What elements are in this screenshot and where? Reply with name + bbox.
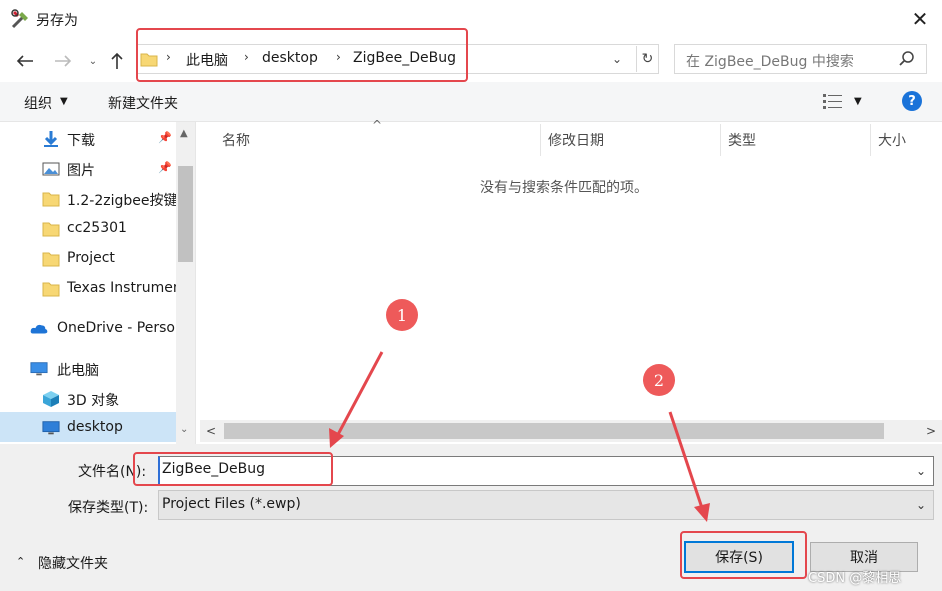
desktop-icon [42, 421, 60, 435]
folder-icon [42, 252, 60, 267]
column-size[interactable]: 大小 [878, 130, 906, 150]
refresh-icon: ↻ [641, 51, 654, 67]
filename-value: ZigBee_DeBug [162, 461, 265, 477]
breadcrumb-separator-icon: › [166, 50, 171, 64]
arrow-right-icon [55, 55, 72, 67]
breadcrumb-separator-icon: › [336, 50, 341, 64]
new-folder-button[interactable]: 新建文件夹 [108, 93, 178, 113]
breadcrumb-zigbee-debug[interactable]: ZigBee_DeBug [353, 50, 456, 66]
search-placeholder: 在 ZigBee_DeBug 中搜索 [686, 54, 854, 70]
sidebar-item-pictures[interactable]: 图片 📌 [0, 154, 176, 182]
annotation-marker-1: 1 [386, 299, 418, 331]
annotation-marker-2: 2 [643, 364, 675, 396]
filename-input[interactable] [158, 456, 934, 486]
scroll-left-icon[interactable]: < [206, 424, 216, 438]
pin-icon: 📌 [158, 131, 172, 144]
onedrive-icon [30, 324, 48, 334]
column-type[interactable]: 类型 [728, 130, 756, 150]
arrow-left-icon [16, 55, 33, 67]
empty-results-message: 没有与搜索条件匹配的项。 [480, 180, 648, 196]
breadcrumb-this-pc[interactable]: 此电脑 [186, 50, 228, 70]
chevron-down-icon[interactable]: ⌄ [916, 464, 926, 478]
column-divider [720, 124, 721, 156]
hide-folders-toggle[interactable]: 隐藏文件夹 [38, 553, 108, 573]
sidebar-item-onedrive[interactable]: OneDrive - Personal [0, 314, 176, 342]
help-button[interactable]: ? [902, 91, 922, 111]
sidebar-item-desktop[interactable]: desktop [0, 412, 176, 442]
sidebar-item-folder-zigbee[interactable]: 1.2-2zigbee按键 [0, 184, 176, 212]
breadcrumb-desktop[interactable]: desktop [262, 50, 318, 66]
organize-button[interactable]: 组织 [24, 93, 52, 113]
pin-icon: 📌 [158, 161, 172, 174]
navigation-pane: 下载 📌 图片 📌 1.2-2zigbee按键 cc25301 Project … [0, 122, 196, 444]
address-dropdown-icon[interactable]: ⌄ [612, 52, 622, 66]
file-list [200, 122, 942, 444]
column-name[interactable]: 名称 [222, 130, 250, 150]
watermark: CSDN @黎相思 [808, 571, 902, 586]
sidebar-item-this-pc[interactable]: 此电脑 [0, 354, 176, 382]
close-icon: ✕ [911, 7, 929, 31]
up-button[interactable] [104, 50, 130, 72]
sidebar-item-3d-objects[interactable]: 3D 对象 [0, 384, 176, 412]
chevron-down-icon[interactable]: ⌄ [916, 498, 926, 512]
scroll-down-icon[interactable]: ⌄ [180, 424, 188, 435]
recent-locations-button[interactable]: ⌄ [80, 50, 106, 72]
view-options-icon[interactable] [822, 92, 846, 110]
3d-objects-icon [43, 391, 59, 407]
window-title: 另存为 [36, 13, 78, 29]
column-divider [870, 124, 871, 156]
filename-label: 文件名(N): [78, 464, 147, 480]
filetype-value: Project Files (*.ewp) [162, 496, 301, 512]
chevron-up-icon: ⌃ [16, 555, 26, 568]
sidebar-item-folder-cc25301[interactable]: cc25301 [0, 214, 176, 242]
sidebar-item-folder-project[interactable]: Project [0, 244, 176, 272]
folder-icon [42, 192, 60, 207]
folder-icon [42, 222, 60, 237]
forward-button[interactable] [50, 50, 76, 72]
sidebar-item-downloads[interactable]: 下载 📌 [0, 124, 176, 152]
folder-icon [140, 53, 158, 67]
refresh-button[interactable]: ↻ [636, 46, 658, 72]
title-bar [0, 0, 942, 38]
folder-icon [42, 282, 60, 297]
breadcrumb-separator-icon: › [244, 50, 249, 64]
download-icon [44, 131, 58, 147]
save-button[interactable]: 保存(S) [684, 541, 794, 573]
caret-down-icon: ▼ [60, 96, 68, 107]
column-date-modified[interactable]: 修改日期 [548, 130, 604, 150]
close-button[interactable]: ✕ [905, 6, 935, 32]
arrow-up-icon [111, 52, 123, 69]
chevron-down-icon: ⌄ [88, 55, 98, 67]
sidebar-scroll-thumb[interactable] [178, 166, 193, 262]
scroll-right-icon[interactable]: > [926, 424, 936, 438]
horizontal-scroll-thumb[interactable] [224, 423, 884, 439]
help-icon: ? [908, 93, 916, 109]
sort-ascending-icon: ^ [372, 118, 383, 132]
scroll-up-icon[interactable]: ▲ [180, 128, 188, 139]
pictures-icon [42, 162, 60, 176]
caret-down-icon[interactable]: ▼ [854, 96, 862, 107]
back-button[interactable] [12, 50, 38, 72]
filetype-label: 保存类型(T): [68, 500, 149, 516]
computer-icon [30, 362, 48, 376]
tools-app-icon [11, 9, 28, 29]
sidebar-item-folder-texas[interactable]: Texas Instruments [0, 274, 176, 302]
search-icon [899, 51, 914, 66]
column-divider [540, 124, 541, 156]
